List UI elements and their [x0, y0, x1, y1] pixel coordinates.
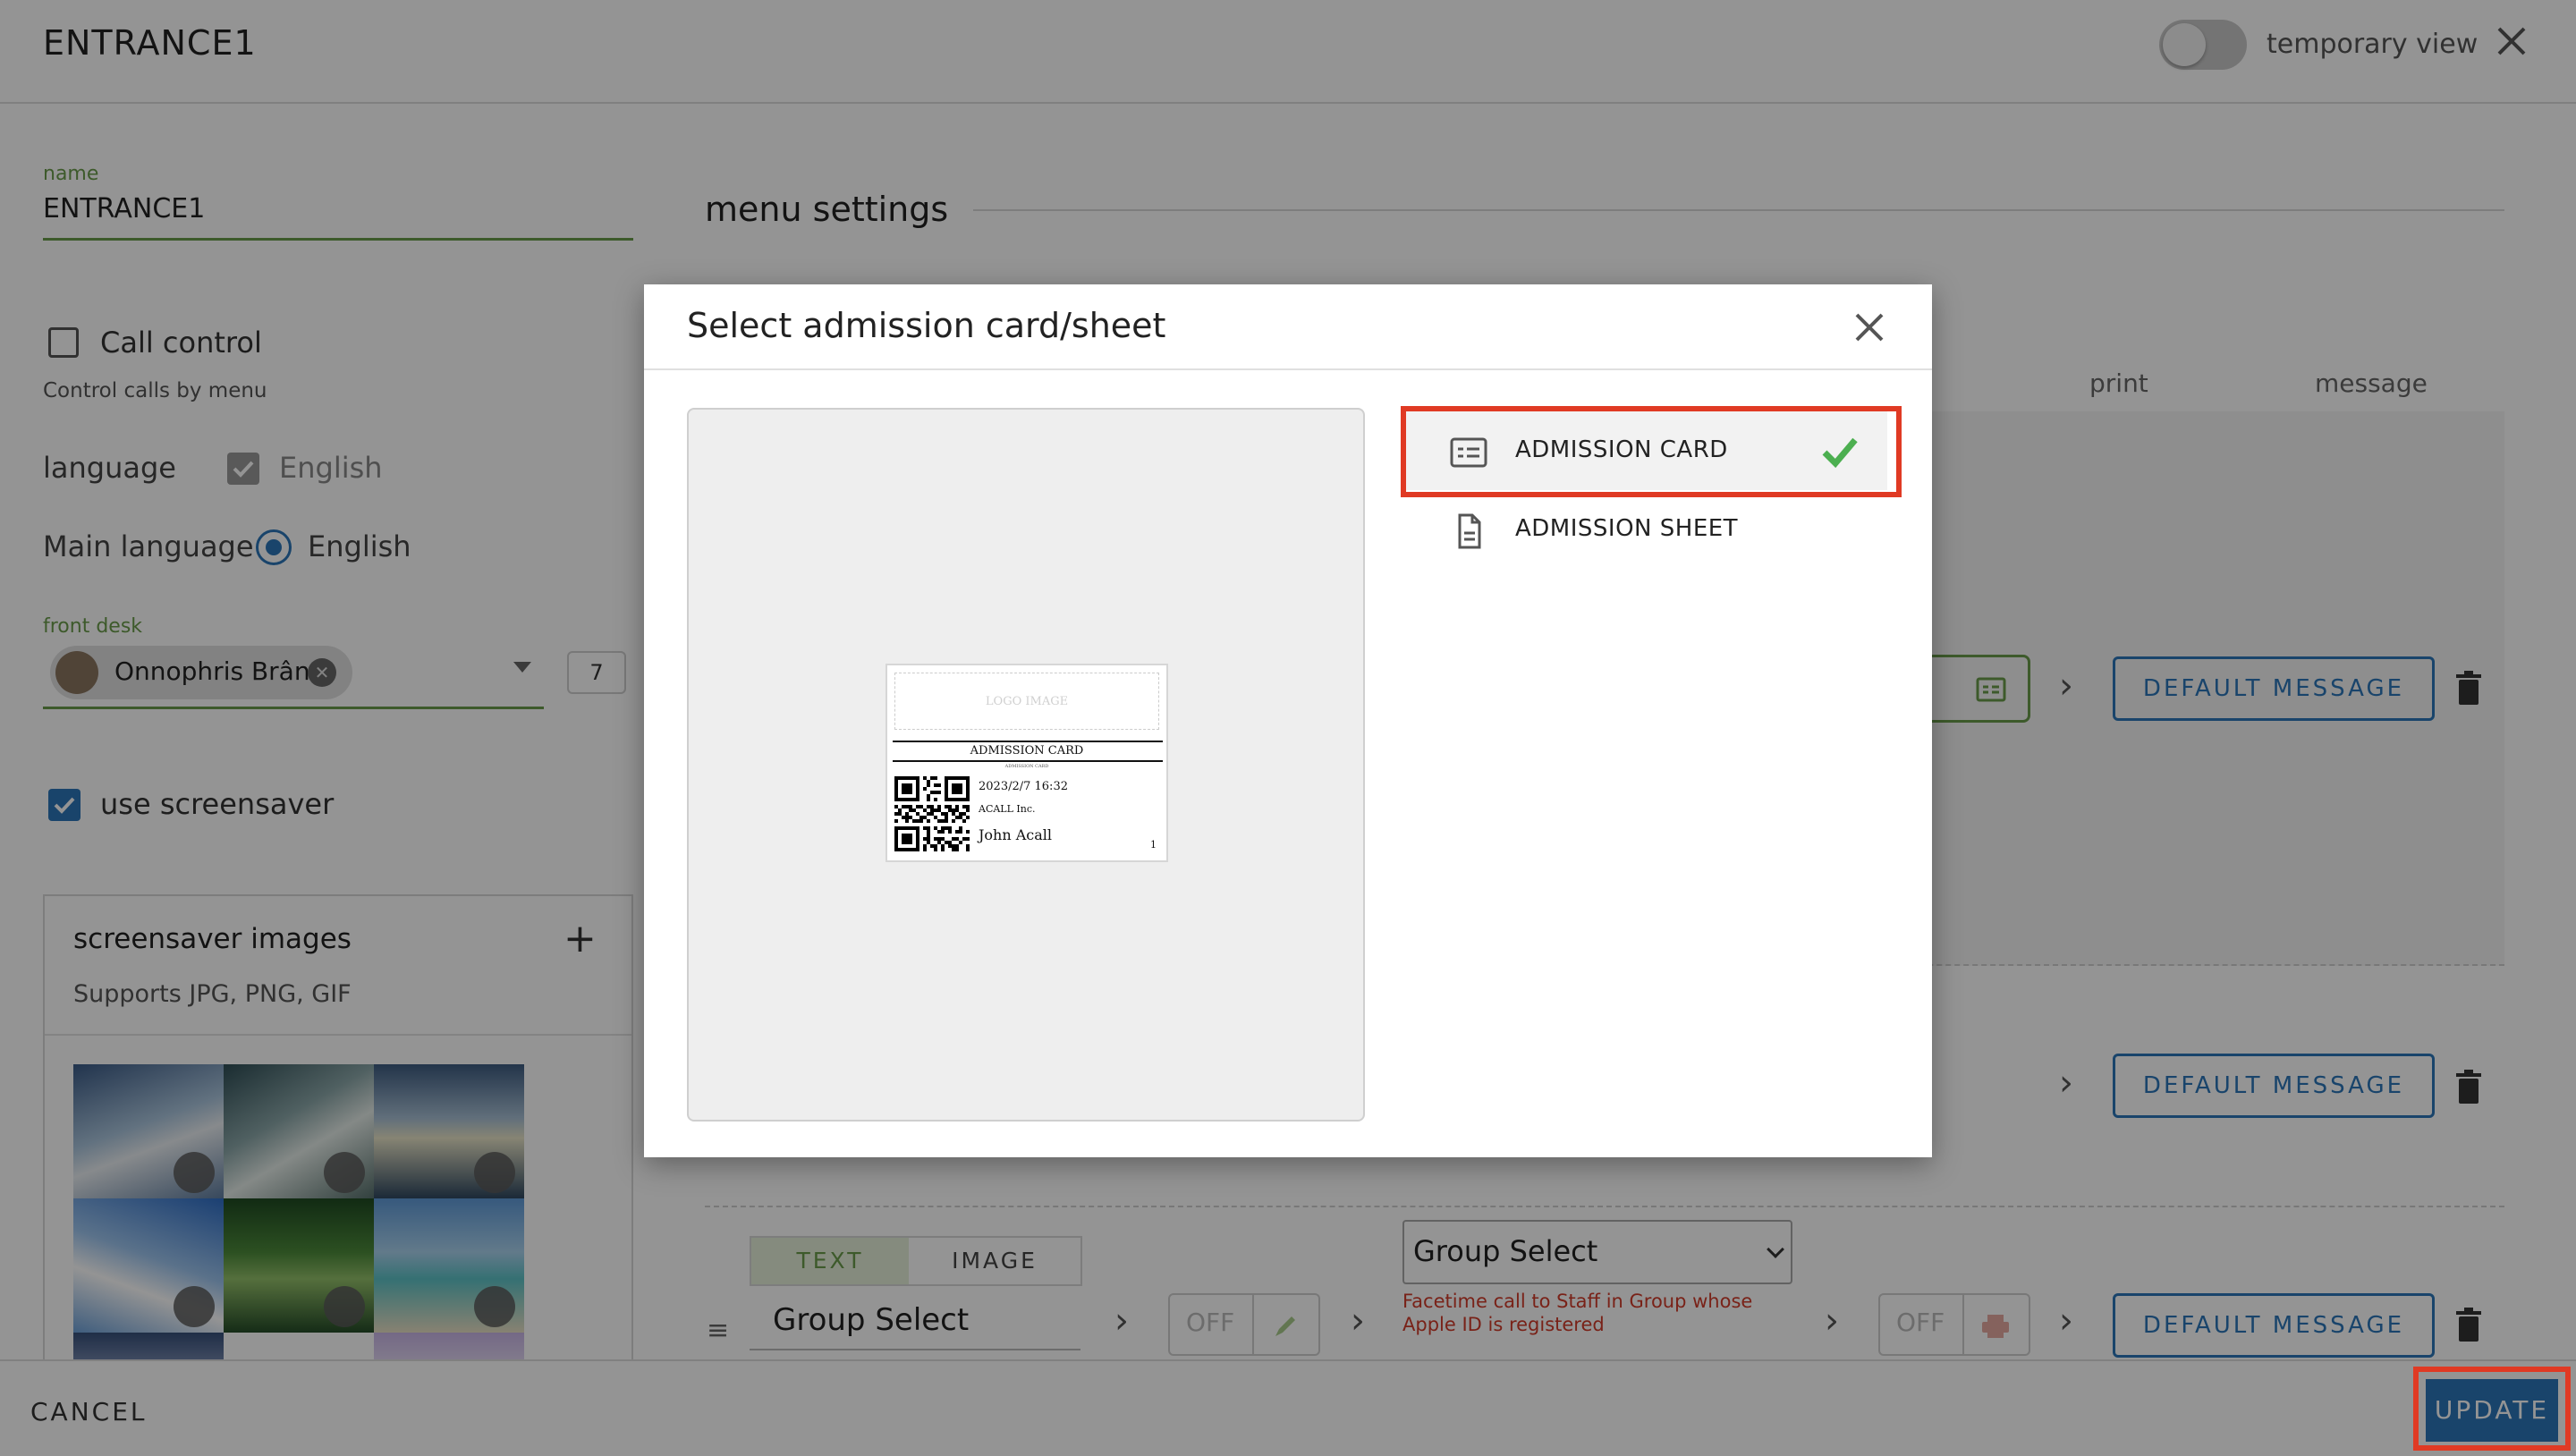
card-number: 1 [1150, 839, 1157, 851]
card-visitor-name: John Acall [979, 826, 1053, 843]
dialog-title: Select admission card/sheet [687, 306, 1166, 345]
card-title: ADMISSION CARD [970, 744, 1084, 758]
option-label: ADMISSION SHEET [1515, 515, 1739, 542]
update-highlight-box [2413, 1367, 2571, 1451]
divider [893, 741, 1163, 742]
qr-code-icon [894, 776, 970, 851]
card-company: ACALL Inc. [979, 803, 1036, 815]
card-date: 2023/2/7 16:32 [979, 780, 1068, 793]
document-icon [1458, 513, 1481, 549]
dialog-divider [644, 368, 1932, 370]
option-admission-sheet[interactable]: ADMISSION SHEET [1404, 488, 1887, 569]
admission-card-preview: LOGO IMAGE ADMISSION CARD ADMISSION CARD… [886, 664, 1168, 862]
divider [893, 760, 1163, 762]
logo-placeholder: LOGO IMAGE [894, 673, 1159, 730]
select-admission-dialog: Select admission card/sheet LOGO IMAGE A… [644, 284, 1932, 1157]
card-subtitle: ADMISSION CARD [1004, 764, 1049, 769]
selection-highlight-box [1401, 406, 1902, 497]
card-preview-panel: LOGO IMAGE ADMISSION CARD ADMISSION CARD… [687, 408, 1365, 1122]
close-icon[interactable] [1852, 309, 1887, 345]
